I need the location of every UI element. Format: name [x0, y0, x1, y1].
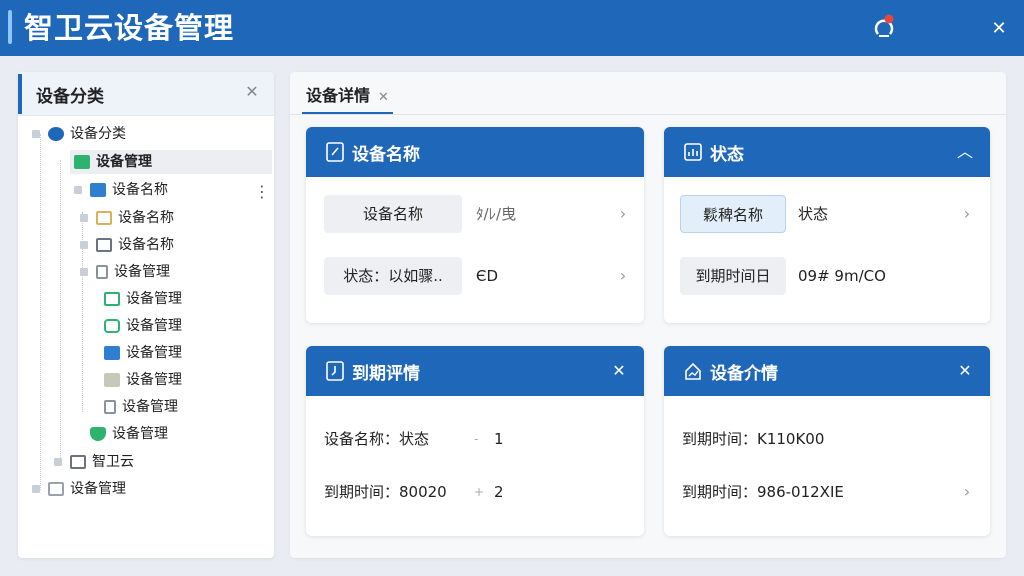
status-card: 状态 ︿ 鬏稗名称 状态 › 到期时间日 09# 9m/CO — [664, 127, 990, 323]
tree-toggle[interactable] — [32, 130, 40, 138]
tree-item-device-management[interactable]: 设备管理 — [104, 341, 182, 365]
tab-divider — [290, 114, 1006, 115]
tree-toggle[interactable] — [80, 268, 88, 276]
chart-icon — [684, 143, 702, 161]
upload-icon — [104, 346, 120, 360]
document-icon — [326, 361, 344, 381]
card-title: 状态 — [710, 145, 744, 165]
folder-icon — [90, 183, 106, 197]
tree-item-device-management[interactable]: 设备管理 — [70, 150, 272, 174]
tree-item-device-category[interactable]: 设备分类 — [32, 122, 126, 146]
card-title: 设备介情 — [710, 364, 778, 384]
tree-guide-line — [40, 134, 41, 490]
tree-item-device-management[interactable]: 设备管理 — [80, 260, 170, 284]
app-header: 智卫云设备管理 ✕ — [0, 0, 1024, 56]
close-icon[interactable]: ✕ — [608, 359, 630, 383]
detail-row: 到期时间：986-012XIE — [682, 483, 844, 501]
separator: - — [474, 432, 479, 446]
chevron-right-icon[interactable]: › — [959, 482, 975, 502]
tab-close-icon[interactable]: ✕ — [378, 90, 389, 105]
folder-icon — [48, 482, 64, 496]
box-icon — [104, 373, 120, 387]
tree-toggle[interactable] — [74, 186, 82, 194]
tree-item-device-management[interactable]: 设备管理 — [104, 314, 182, 338]
tree-toggle[interactable] — [32, 485, 40, 493]
chevron-up-icon[interactable]: ︿ — [954, 140, 976, 164]
chevron-right-icon[interactable]: › — [615, 266, 631, 286]
card-header: 到期评情 ✕ — [306, 346, 644, 396]
card-title: 设备名称 — [352, 145, 420, 165]
chevron-right-icon[interactable]: › — [959, 204, 975, 224]
tree-toggle[interactable] — [54, 458, 62, 466]
close-icon[interactable]: ✕ — [954, 359, 976, 383]
main-panel: 设备详情 ✕ 设备名称 设备名称 ﾀ/ﾚ/曳 › 状态：以如骤.. ЄD › 状态… — [290, 72, 1006, 558]
field-value: ﾀ/ﾚ/曳 — [476, 205, 517, 223]
shield-icon — [90, 427, 106, 441]
card-title: 到期评情 — [352, 364, 420, 384]
tree-item-device-management[interactable]: 设备管理 — [104, 368, 182, 392]
field-label: 到期时间日 — [680, 257, 786, 295]
edit-icon — [326, 142, 344, 162]
device-name-card: 设备名称 设备名称 ﾀ/ﾚ/曳 › 状态：以如骤.. ЄD › — [306, 127, 644, 323]
detail-row: 到期时间：80020 — [324, 483, 447, 501]
tree-item-device-management[interactable]: 设备管理 — [90, 422, 168, 446]
home-icon — [685, 362, 701, 380]
expiry-card: 到期评情 ✕ 设备名称：状态 - 1 到期时间：80020 + 2 — [306, 346, 644, 536]
app-title: 智卫云设备管理 — [24, 11, 235, 45]
monitor-icon — [70, 455, 86, 469]
field-label: 鬏稗名称 — [680, 195, 786, 233]
tree-item-device-name[interactable]: 设备名称 — [80, 233, 174, 257]
sidebar-title: 设备分类 — [36, 87, 104, 107]
tree-item-device-management[interactable]: 设备管理 — [32, 477, 126, 501]
tree-item-device-name[interactable]: 设备名称 — [80, 206, 174, 230]
field-label: 状态：以如骤.. — [324, 257, 462, 295]
tree-toggle[interactable] — [80, 214, 88, 222]
window-icon — [96, 211, 112, 225]
device-detail-card: 设备介情 ✕ 到期时间：K110K00 到期时间：986-012XIE › — [664, 346, 990, 536]
sidebar-close-icon[interactable]: ✕ — [242, 82, 262, 104]
tree-item-zhiweiyun[interactable]: 智卫云 — [54, 450, 134, 474]
tree-item-device-management[interactable]: 设备管理 — [104, 287, 182, 311]
device-icon — [74, 155, 90, 169]
refresh-icon — [104, 319, 120, 333]
file-icon — [104, 400, 116, 414]
header-close-icon[interactable]: ✕ — [986, 16, 1012, 42]
hexagon-icon — [48, 127, 64, 141]
field-value: ЄD — [476, 267, 499, 285]
header-accent-bar — [8, 10, 12, 44]
detail-value: 1 — [494, 430, 504, 448]
window-icon — [96, 238, 112, 252]
more-options-icon[interactable]: ⋮ — [254, 182, 270, 202]
sidebar-header: 设备分类 ✕ — [18, 72, 274, 116]
tree-toggle[interactable] — [80, 241, 88, 249]
tab-device-details[interactable]: 设备详情 ✕ — [302, 80, 393, 114]
detail-row: 设备名称：状态 — [324, 430, 430, 448]
monitor-icon — [104, 292, 120, 306]
card-header: 设备名称 — [306, 127, 644, 177]
file-icon — [96, 265, 108, 279]
field-value: 状态 — [798, 205, 829, 223]
field-label: 设备名称 — [324, 195, 462, 233]
notification-bell-icon[interactable] — [870, 14, 898, 42]
detail-row: 到期时间：K110K00 — [682, 430, 825, 448]
tree-item-device-name[interactable]: 设备名称 — [74, 178, 168, 202]
field-value: 09# 9m/CO — [798, 267, 886, 285]
detail-value: 2 — [494, 483, 504, 501]
separator: + — [474, 485, 485, 499]
tree-item-device-management[interactable]: 设备管理 — [104, 395, 178, 419]
card-header: 设备介情 ✕ — [664, 346, 990, 396]
chevron-right-icon[interactable]: › — [615, 204, 631, 224]
tree-guide-line — [60, 160, 61, 460]
card-header: 状态 ︿ — [664, 127, 990, 177]
sidebar-accent-bar — [18, 74, 22, 114]
sidebar: 设备分类 ✕ 设备分类 设备管理 设备名称 ⋮ 设备名称 设备名称 设备管理 设… — [18, 72, 274, 558]
